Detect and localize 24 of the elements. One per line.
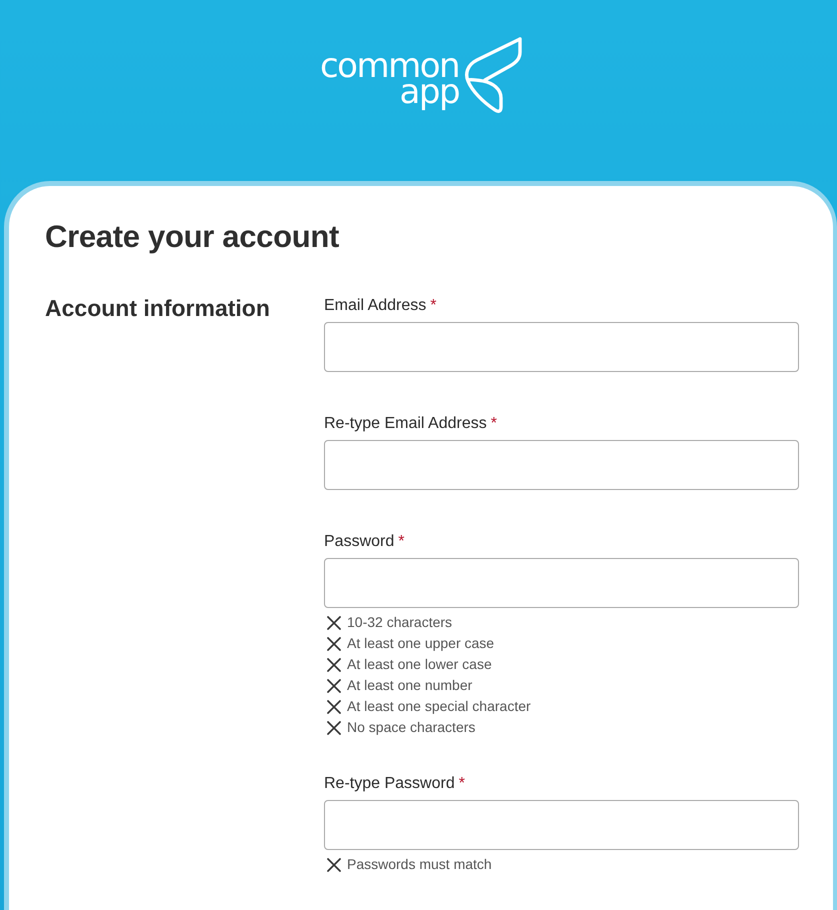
logo-text: app bbox=[400, 79, 460, 113]
rule-text: At least one lower case bbox=[347, 655, 492, 674]
field-label: Password bbox=[324, 532, 394, 552]
rule-text: At least one number bbox=[347, 676, 472, 695]
required-asterisk: * bbox=[430, 296, 436, 316]
input-field[interactable] bbox=[324, 558, 799, 608]
field-label: Re-type Password bbox=[324, 774, 455, 794]
page-title: Create your account bbox=[45, 218, 340, 255]
section-heading: Account information bbox=[45, 294, 271, 322]
logo-text: common bbox=[320, 53, 460, 79]
required-asterisk: * bbox=[458, 774, 465, 794]
rule-text: No space characters bbox=[347, 718, 476, 737]
rule-text: 10-32 characters bbox=[347, 613, 452, 632]
rule-text: Passwords must match bbox=[347, 855, 492, 874]
input-field[interactable] bbox=[324, 322, 799, 372]
field-label: Re-type Email Address bbox=[324, 414, 487, 434]
input-field[interactable] bbox=[324, 800, 799, 850]
field-label: Email Address bbox=[324, 296, 426, 316]
required-asterisk: * bbox=[490, 414, 497, 434]
rule-text: At least one special character bbox=[347, 697, 531, 716]
rule-text: At least one upper case bbox=[347, 634, 494, 653]
input-field[interactable] bbox=[324, 440, 799, 490]
required-asterisk: * bbox=[398, 532, 404, 552]
logo-icon bbox=[463, 36, 524, 116]
